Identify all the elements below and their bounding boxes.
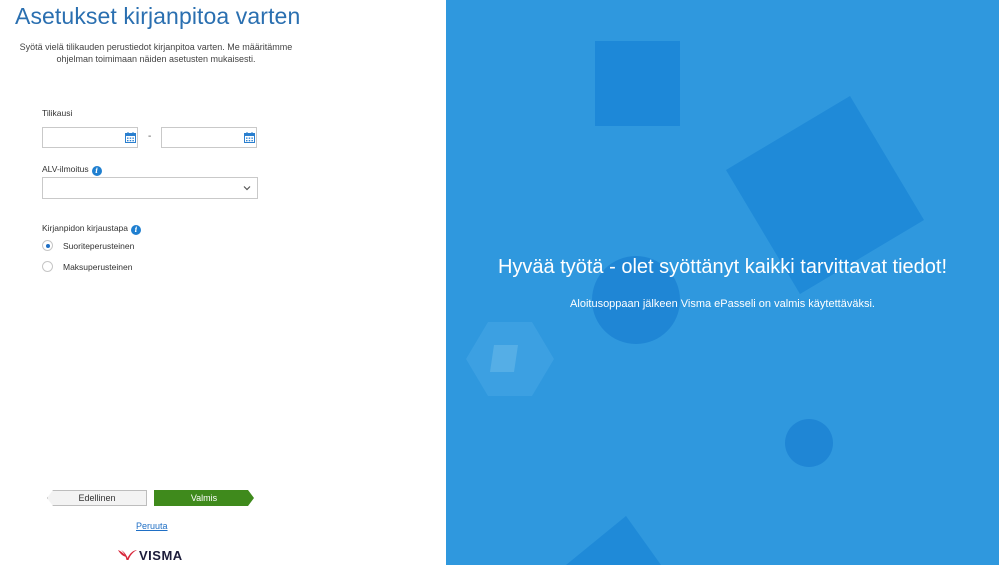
- done-button[interactable]: Valmis: [154, 490, 254, 506]
- radio-accrual-basis-label: Suoriteperusteinen: [63, 241, 135, 251]
- page-title: Asetukset kirjanpitoa varten: [15, 3, 301, 29]
- intro-text: Syötä vielä tilikauden perustiedot kirja…: [0, 41, 312, 65]
- end-date-input[interactable]: [161, 127, 257, 148]
- fiscal-period-label: Tilikausi: [42, 108, 73, 118]
- radio-cash-basis[interactable]: [42, 261, 53, 272]
- info-icon[interactable]: i: [91, 166, 102, 176]
- radio-cash-basis-label: Maksuperusteinen: [63, 262, 133, 272]
- bookkeeping-method-label: Kirjanpidon kirjaustapa i: [42, 223, 141, 235]
- decor-hexagon-inner: [490, 345, 518, 372]
- bookkeeping-method-label-text: Kirjanpidon kirjaustapa: [42, 223, 128, 233]
- decor-bottom-diamond: [566, 516, 661, 565]
- decor-square: [595, 41, 680, 126]
- success-headline: Hyvää työtä - olet syöttänyt kaikki tarv…: [497, 256, 948, 278]
- info-icon[interactable]: i: [131, 225, 141, 235]
- decor-small-circle: [785, 419, 833, 467]
- vat-report-label: ALV-ilmoitus i: [42, 164, 102, 176]
- previous-button[interactable]: Edellinen: [47, 490, 147, 506]
- cancel-link[interactable]: Peruuta: [136, 521, 168, 531]
- calendar-icon[interactable]: [244, 132, 255, 143]
- success-subline: Aloitusoppaan jälkeen Visma ePasseli on …: [570, 298, 875, 310]
- promo-panel: Hyvää työtä - olet syöttänyt kaikki tarv…: [446, 0, 999, 565]
- date-separator: -: [148, 131, 152, 142]
- vat-report-label-text: ALV-ilmoitus: [42, 164, 89, 174]
- start-date-input[interactable]: [42, 127, 138, 148]
- background-shapes: [466, 41, 924, 565]
- vat-report-select[interactable]: [42, 177, 258, 199]
- visma-logo-icon: [118, 550, 137, 560]
- calendar-icon[interactable]: [125, 132, 136, 143]
- radio-accrual-basis[interactable]: [42, 240, 53, 251]
- setup-form-panel: Asetukset kirjanpitoa varten Syötä vielä…: [0, 0, 446, 565]
- intro-line-1: Syötä vielä tilikauden perustiedot kirja…: [19, 42, 293, 52]
- chevron-down-icon: [243, 186, 251, 191]
- visma-logo-text: VISMA: [139, 548, 183, 563]
- intro-line-2: ohjelman toimimaan näiden asetusten muka…: [56, 54, 256, 64]
